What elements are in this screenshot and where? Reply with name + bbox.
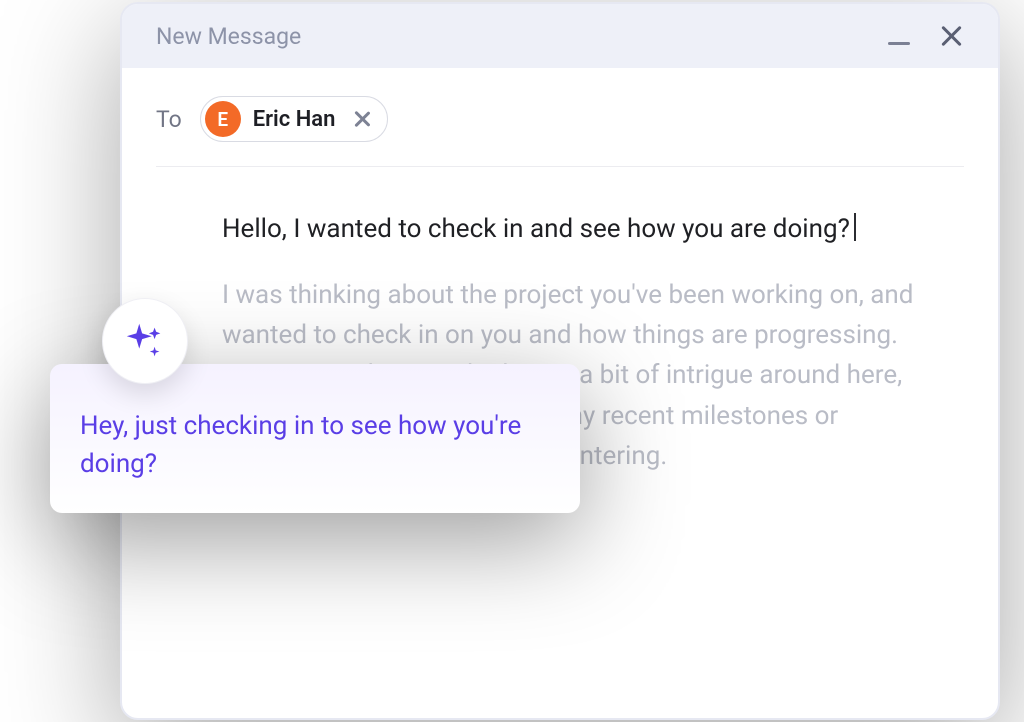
ai-sparkle-button[interactable]: [102, 298, 188, 384]
ai-suggestion-popup[interactable]: Hey, just checking in to see how you're …: [50, 364, 580, 513]
close-icon[interactable]: [938, 23, 964, 49]
sparkle-icon: [122, 318, 168, 364]
suggestion-text: Hey, just checking in to see how you're …: [80, 408, 550, 483]
window-title: New Message: [156, 23, 301, 50]
to-label: To: [156, 106, 182, 133]
text-caret: [854, 213, 856, 241]
body-main-text: Hello, I wanted to check in and see how …: [222, 211, 918, 249]
minimize-icon[interactable]: [888, 42, 910, 45]
recipient-chip[interactable]: E Eric Han: [200, 96, 389, 142]
window-header: New Message: [122, 4, 998, 68]
remove-recipient-icon[interactable]: [351, 108, 373, 130]
to-field-row[interactable]: To E Eric Han: [156, 68, 964, 167]
recipient-name: Eric Han: [253, 107, 336, 132]
compose-window: New Message To E Eric Han Hello, I wante…: [120, 2, 1000, 720]
body-typed-text: Hello, I wanted to check in and see how …: [222, 214, 850, 244]
window-controls: [888, 23, 964, 49]
avatar: E: [205, 101, 241, 137]
